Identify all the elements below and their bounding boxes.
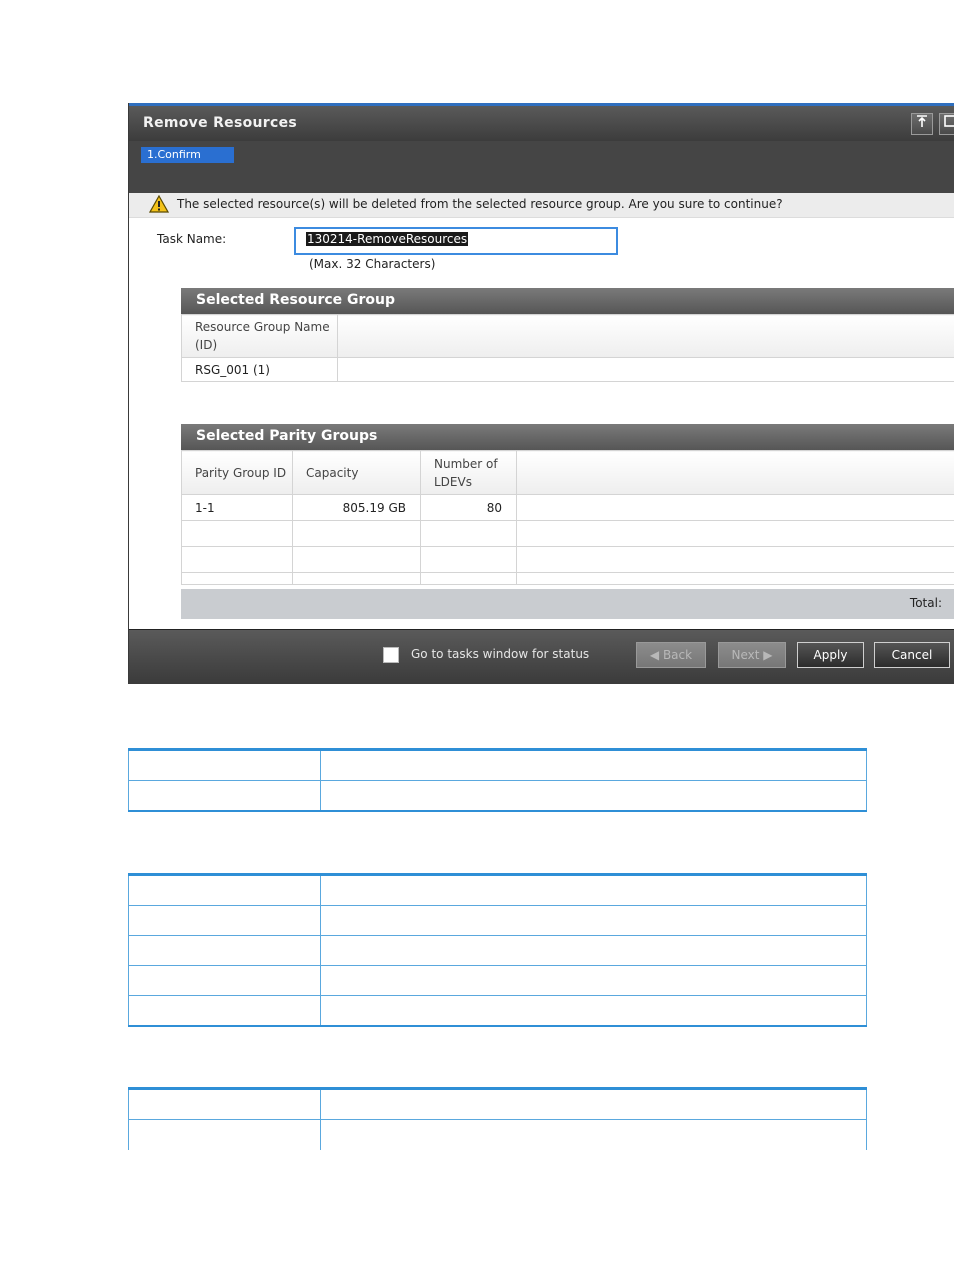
warning-banner: The selected resource(s) will be deleted… (129, 193, 954, 218)
table-row-empty (181, 520, 954, 547)
parity-groups-table: Parity Group ID Capacity Number of LDEVs… (181, 450, 954, 585)
table-row-empty (181, 572, 954, 585)
description-table-1 (128, 748, 867, 812)
cell-filler (337, 357, 954, 382)
table-row (128, 873, 867, 906)
cell-parity-group-id: 1-1 (181, 494, 293, 521)
table-row (128, 965, 867, 996)
cell-filler (516, 494, 954, 521)
column-header-capacity[interactable]: Capacity (292, 450, 421, 495)
description-table-3 (128, 1087, 867, 1150)
table-row (128, 1087, 867, 1120)
task-name-input[interactable]: 130214-RemoveResources (294, 227, 618, 255)
warning-message: The selected resource(s) will be deleted… (177, 197, 783, 211)
column-header-resource-group-name[interactable]: Resource Group Name (ID) (181, 314, 338, 358)
selected-parity-groups-heading: Selected Parity Groups (181, 424, 954, 450)
pin-icon[interactable] (911, 113, 933, 135)
warning-icon (149, 195, 169, 213)
dialog-title: Remove Resources (143, 115, 298, 131)
description-table-2 (128, 873, 867, 1027)
chevron-left-icon: ◀ (649, 648, 660, 662)
table-row (128, 995, 867, 1027)
apply-button[interactable]: Apply (797, 642, 864, 668)
dialog-title-bar: Remove Resources (129, 103, 954, 141)
task-name-hint: (Max. 32 Characters) (309, 257, 436, 271)
step-confirm: 1.Confirm (141, 147, 234, 163)
cell-resource-group-name: RSG_001 (1) (181, 357, 338, 382)
next-button-label: Next (731, 648, 760, 662)
total-label: Total: (909, 596, 942, 610)
cancel-button[interactable]: Cancel (874, 642, 950, 668)
table-row[interactable]: 1-1 805.19 GB 80 (181, 494, 954, 521)
total-bar: Total: (181, 589, 954, 619)
table-row (128, 905, 867, 936)
go-to-tasks-label[interactable]: Go to tasks window for status (411, 647, 589, 661)
table-row (128, 935, 867, 966)
cell-number-of-ldevs: 80 (420, 494, 517, 521)
table-row[interactable]: RSG_001 (1) (181, 357, 954, 382)
maximize-icon[interactable] (939, 113, 954, 135)
chevron-right-icon: ▶ (763, 648, 773, 662)
remove-resources-dialog: Remove Resources 1.Confirm The selected … (128, 103, 954, 684)
table-row-empty (181, 546, 954, 573)
back-button-label: Back (662, 648, 693, 662)
resource-group-table: Resource Group Name (ID) RSG_001 (1) (181, 314, 954, 382)
column-header-number-of-ldevs[interactable]: Number of LDEVs (420, 450, 517, 495)
column-header-filler (516, 450, 954, 495)
next-button[interactable]: Next ▶ (718, 642, 786, 668)
dialog-footer: Go to tasks window for status ◀ Back Nex… (129, 629, 954, 684)
column-header-parity-group-id[interactable]: Parity Group ID (181, 450, 293, 495)
table-row (128, 748, 867, 781)
cell-capacity: 805.19 GB (292, 494, 421, 521)
task-name-value: 130214-RemoveResources (306, 232, 469, 246)
table-row (128, 1119, 867, 1150)
task-name-label: Task Name: (157, 232, 227, 246)
table-row (128, 780, 867, 812)
back-button[interactable]: ◀ Back (636, 642, 706, 668)
go-to-tasks-checkbox[interactable] (383, 647, 399, 663)
column-header-filler (337, 314, 954, 358)
selected-resource-group-heading: Selected Resource Group (181, 288, 954, 314)
wizard-step-bar: 1.Confirm (129, 141, 954, 193)
